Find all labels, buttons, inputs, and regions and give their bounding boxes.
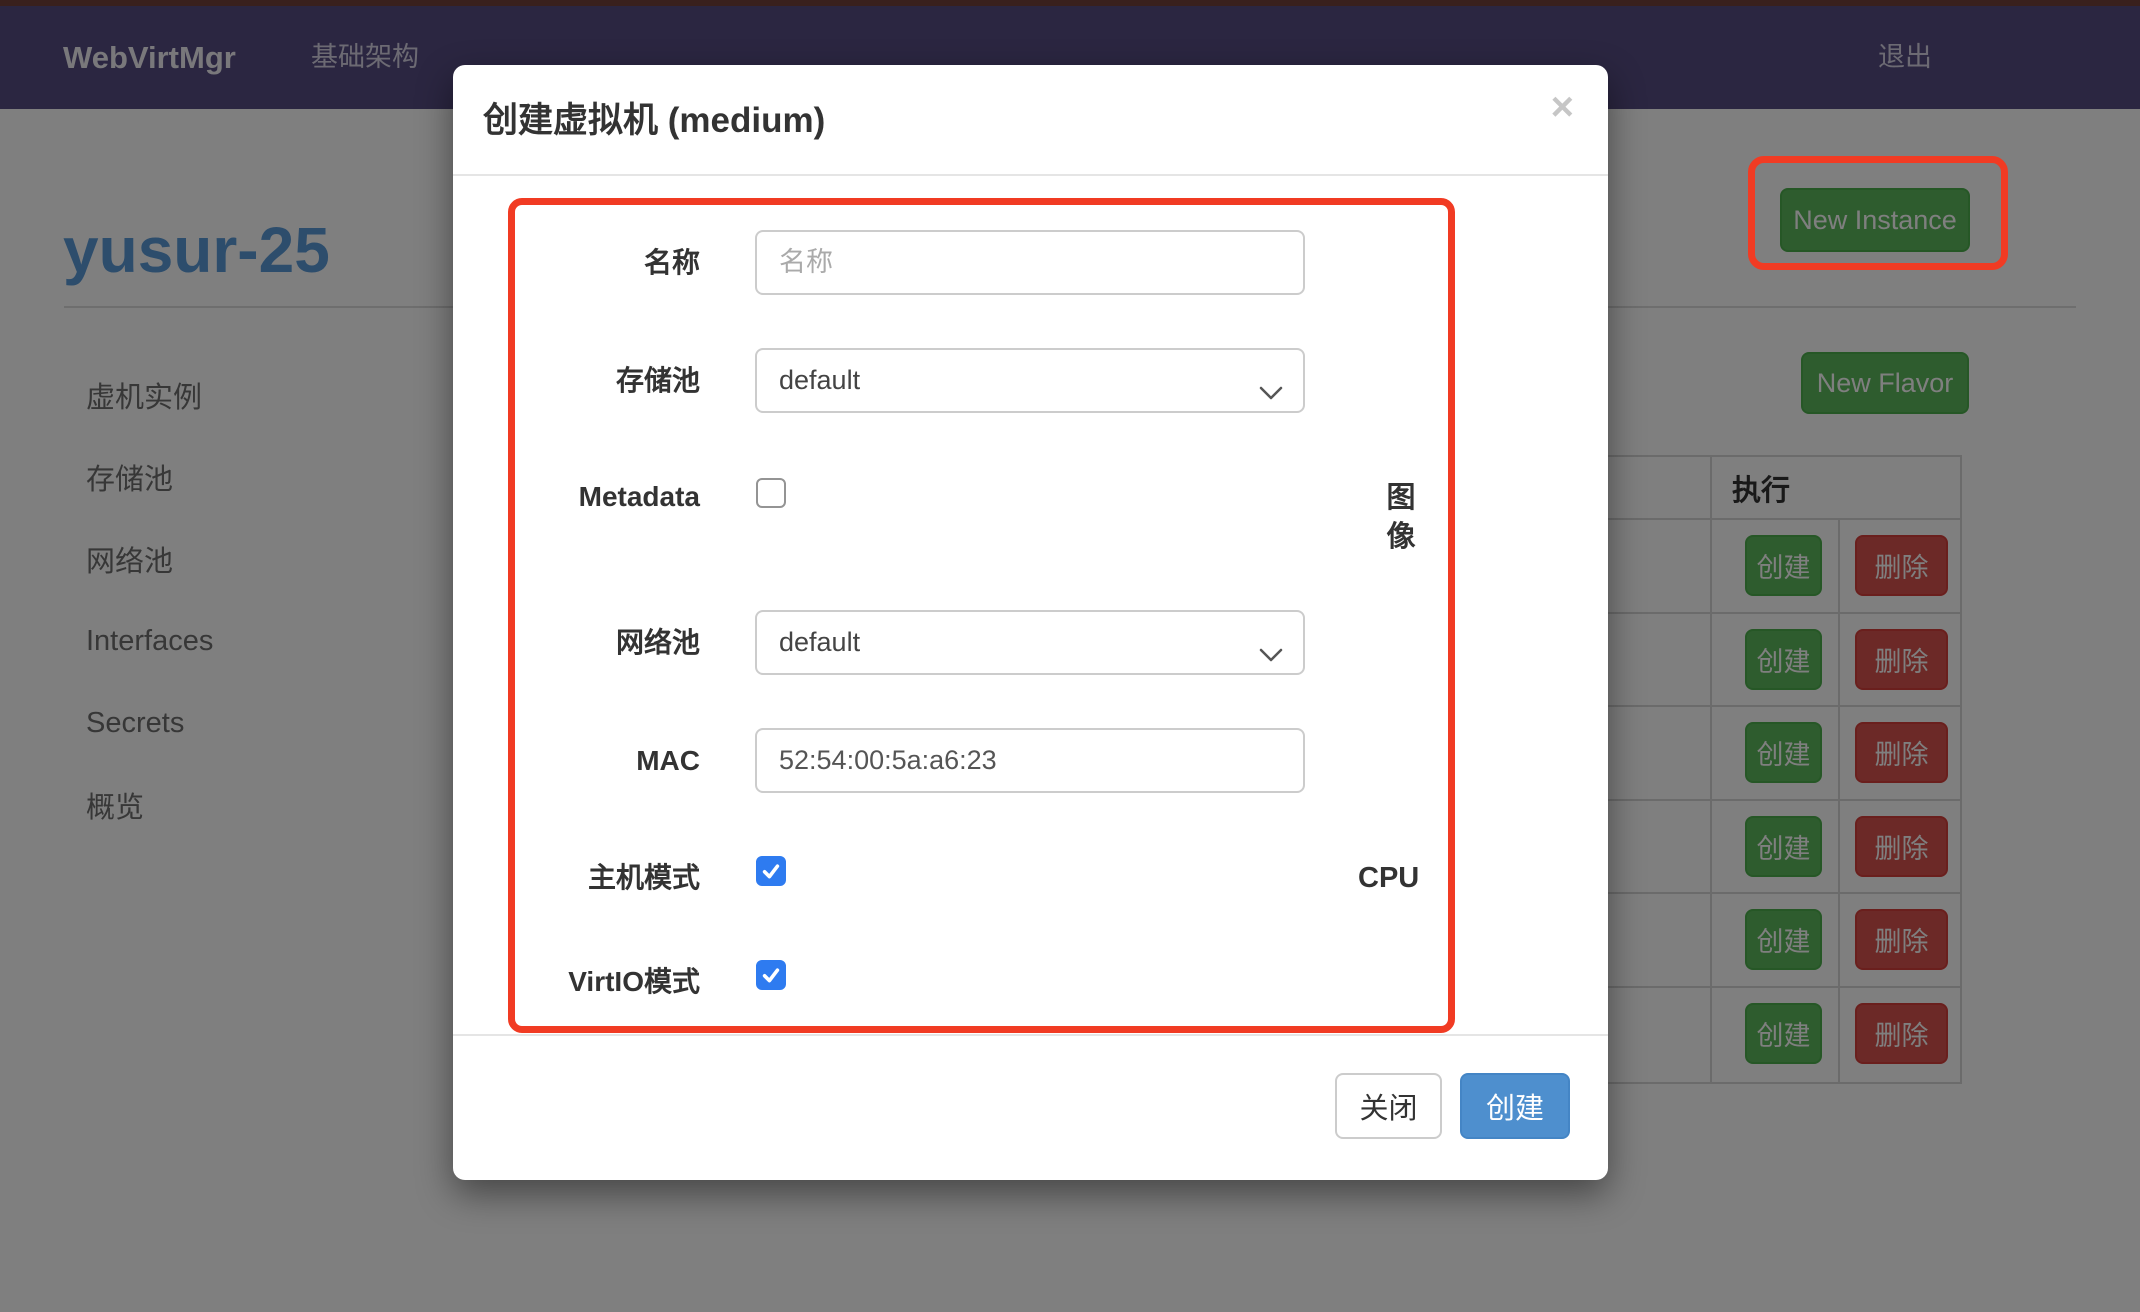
storage-pool-selected-value: default — [779, 365, 860, 396]
network-pool-select[interactable]: default — [755, 610, 1305, 675]
image-label: 图像 — [1378, 479, 1424, 557]
host-model-checkbox[interactable] — [756, 856, 786, 886]
name-label: 名称 — [453, 248, 700, 278]
storage-pool-label: 存储池 — [453, 366, 700, 396]
check-icon — [759, 859, 783, 883]
chevron-down-icon — [1259, 638, 1283, 669]
network-pool-selected-value: default — [779, 627, 860, 658]
network-pool-label: 网络池 — [453, 628, 700, 658]
modal-title: 创建虚拟机 (medium) — [483, 65, 825, 176]
close-icon[interactable]: × — [1551, 87, 1574, 127]
modal-header: 创建虚拟机 (medium) × — [453, 65, 1608, 176]
virtio-label: VirtIO模式 — [453, 967, 700, 997]
check-icon — [759, 963, 783, 987]
metadata-label: Metadata — [453, 482, 700, 512]
metadata-checkbox[interactable] — [756, 478, 786, 508]
mac-input[interactable] — [755, 728, 1305, 793]
virtio-checkbox[interactable] — [756, 960, 786, 990]
cpu-label: CPU — [1358, 863, 1419, 893]
create-vm-modal: 创建虚拟机 (medium) × 名称 存储池 default Metadata… — [453, 65, 1608, 1180]
modal-footer-divider — [453, 1034, 1608, 1036]
host-model-label: 主机模式 — [453, 863, 700, 893]
name-input[interactable] — [755, 230, 1305, 295]
mac-label: MAC — [453, 746, 700, 776]
chevron-down-icon — [1259, 376, 1283, 407]
modal-close-button[interactable]: 关闭 — [1335, 1073, 1442, 1139]
modal-create-button[interactable]: 创建 — [1460, 1073, 1570, 1139]
storage-pool-select[interactable]: default — [755, 348, 1305, 413]
